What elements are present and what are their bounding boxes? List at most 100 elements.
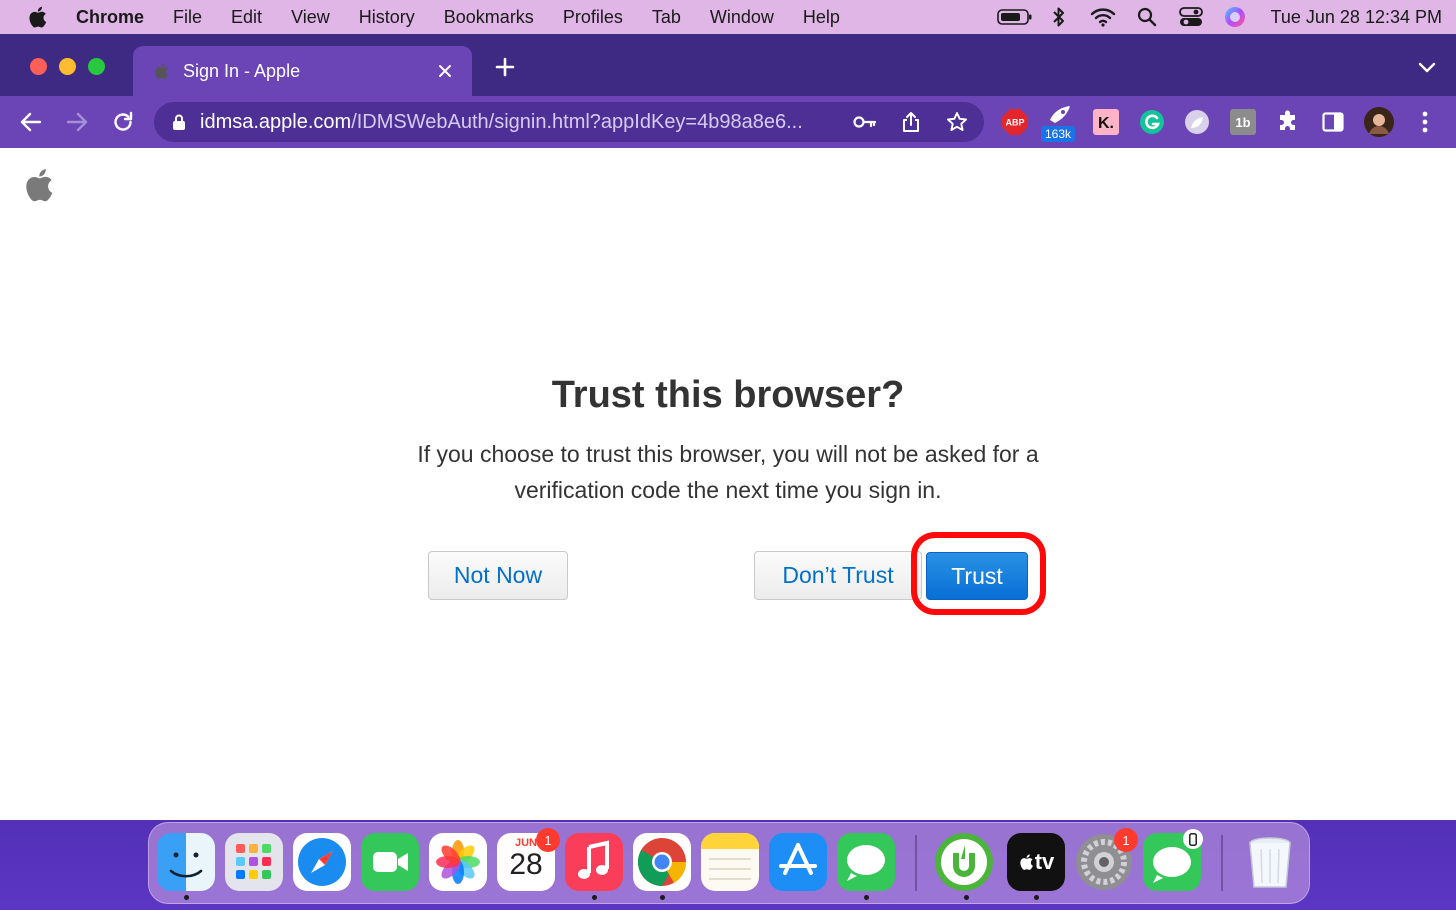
music-running-dot (592, 895, 597, 900)
macos-dock: JUN 28 1 tv 1 (148, 822, 1310, 904)
menu-view[interactable]: View (291, 7, 330, 28)
minimize-window-button[interactable] (59, 58, 76, 75)
dock-facetime[interactable] (361, 833, 419, 891)
tab-search-chevron-icon[interactable] (1418, 60, 1436, 74)
dock-chrome[interactable] (633, 833, 691, 891)
finder-running-dot (184, 895, 189, 900)
tb-label: 1b (1235, 115, 1250, 130)
macos-menu-bar: Chrome File Edit View History Bookmarks … (0, 0, 1456, 34)
messages-bubble-icon (837, 833, 895, 891)
system-preferences-badge: 1 (1114, 828, 1138, 852)
calendar-day: 28 (509, 848, 543, 881)
chrome-logo-icon (633, 833, 691, 891)
messages-running-dot (864, 895, 869, 900)
tab-sign-in-apple[interactable]: Sign In - Apple (133, 46, 472, 96)
klarna-extension[interactable]: K. (1089, 105, 1123, 139)
dock-launchpad[interactable] (225, 833, 283, 891)
menu-help[interactable]: Help (803, 7, 840, 28)
trust-button-highlight-annotation (911, 532, 1046, 615)
trash-can-icon (1249, 837, 1291, 888)
appletv-running-dot (1034, 895, 1039, 900)
apple-tv-label: tv (1034, 849, 1055, 874)
iphone-handoff-icon (1183, 829, 1203, 849)
back-button[interactable] (14, 105, 48, 139)
notes-icon (701, 833, 759, 891)
apple-signin-page: Trust this browser? If you choose to tru… (0, 148, 1456, 820)
utorrent-running-dot (964, 895, 969, 900)
dock-separator-trash (1221, 835, 1223, 891)
share-icon[interactable] (896, 107, 926, 137)
photos-flower-icon (429, 833, 487, 891)
spotlight-search-icon[interactable] (1125, 4, 1169, 30)
forward-button[interactable] (60, 105, 94, 139)
adblock-plus-extension[interactable]: ABP (998, 105, 1032, 139)
klarna-label: K. (1098, 115, 1114, 132)
browser-toolbar: idmsa.apple.com/IDMSWebAuth/signin.html?… (0, 96, 1456, 148)
facetime-camera-icon (361, 833, 419, 891)
password-key-icon[interactable] (850, 107, 880, 137)
window-controls (30, 58, 105, 75)
dock-notes[interactable] (701, 833, 759, 891)
profile-avatar[interactable] (1362, 105, 1396, 139)
grammarly-extension[interactable] (1135, 105, 1169, 139)
zoom-window-button[interactable] (88, 58, 105, 75)
apple-logo-icon[interactable] (22, 166, 54, 204)
bluetooth-icon[interactable] (1037, 4, 1081, 30)
not-now-button[interactable]: Not Now (428, 551, 568, 600)
menu-app-chrome[interactable]: Chrome (76, 7, 144, 28)
abp-label: ABP (1005, 118, 1024, 128)
apple-tv-logo: tv (1007, 833, 1065, 891)
dock-photos[interactable] (429, 833, 487, 891)
reload-button[interactable] (106, 105, 140, 139)
dock-finder[interactable] (157, 833, 215, 891)
siri-icon[interactable] (1213, 4, 1257, 30)
leaf-extension[interactable] (1180, 105, 1214, 139)
dock-app-store[interactable] (769, 833, 827, 891)
dock-apple-tv[interactable]: tv (1007, 833, 1065, 891)
dock-safari[interactable] (293, 833, 351, 891)
menu-file[interactable]: File (173, 7, 202, 28)
dock-messages[interactable] (837, 833, 895, 891)
apple-favicon-icon (155, 63, 168, 79)
trust-browser-description: If you choose to trust this browser, you… (417, 441, 1039, 503)
dock-music[interactable] (565, 833, 623, 891)
safari-compass-icon (293, 833, 351, 891)
menu-profiles[interactable]: Profiles (563, 7, 623, 28)
wifi-icon[interactable] (1081, 4, 1125, 30)
finder-icon (157, 833, 215, 891)
calendar-badge: 1 (536, 828, 560, 852)
control-center-icon[interactable] (1169, 4, 1213, 30)
close-window-button[interactable] (30, 58, 47, 75)
address-bar[interactable]: idmsa.apple.com/IDMSWebAuth/signin.html?… (154, 102, 984, 142)
menu-edit[interactable]: Edit (231, 7, 262, 28)
menu-tab[interactable]: Tab (652, 7, 681, 28)
close-tab-icon[interactable] (434, 60, 456, 82)
tb-extension[interactable]: 1b (1226, 105, 1260, 139)
tab-strip: Sign In - Apple (0, 34, 1456, 96)
launchpad-icon (225, 833, 283, 891)
chrome-menu-icon[interactable] (1408, 105, 1442, 139)
app-store-icon (769, 833, 827, 891)
bookmark-star-icon[interactable] (942, 107, 972, 137)
tab-title: Sign In - Apple (183, 60, 301, 81)
side-panel-icon[interactable] (1316, 105, 1350, 139)
menu-history[interactable]: History (359, 7, 415, 28)
dock-trash[interactable] (1241, 833, 1299, 891)
menubar-clock[interactable]: Tue Jun 28 12:34 PM (1271, 7, 1442, 28)
menu-bookmarks[interactable]: Bookmarks (444, 7, 534, 28)
dont-trust-button[interactable]: Don’t Trust (754, 551, 922, 600)
extension-count-badge: 163k (1041, 126, 1076, 142)
chrome-window: Sign In - Apple idmsa.apple.com/IDMSWebA… (0, 34, 1456, 820)
dock-separator (915, 835, 917, 891)
url-path: /IDMSWebAuth/signin.html?appIdKey=4b98a8… (351, 110, 803, 133)
extensions-puzzle-icon[interactable] (1271, 105, 1305, 139)
apple-menu-icon[interactable] (26, 5, 48, 29)
music-note-icon (565, 833, 623, 891)
dock-utorrent[interactable] (935, 833, 993, 891)
new-tab-button[interactable] (492, 56, 518, 82)
lock-icon[interactable] (172, 113, 186, 131)
menu-window[interactable]: Window (710, 7, 774, 28)
url-text[interactable]: idmsa.apple.com/IDMSWebAuth/signin.html?… (200, 111, 834, 134)
battery-icon[interactable] (993, 4, 1037, 30)
url-host: idmsa.apple.com (200, 110, 352, 133)
